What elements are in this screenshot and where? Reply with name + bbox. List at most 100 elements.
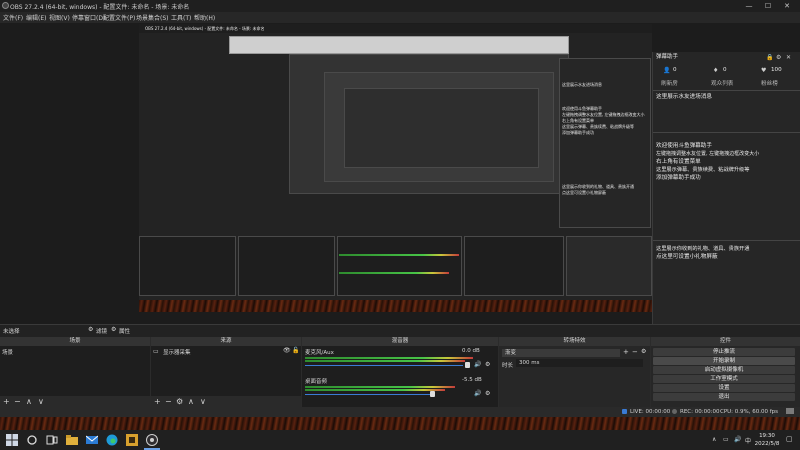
gear-icon[interactable]: ⚙	[641, 348, 646, 355]
menu-scene-collection[interactable]: 场景集合(S)	[136, 13, 169, 22]
menu-file[interactable]: 文件(F)	[3, 13, 23, 22]
tray-chevron-icon[interactable]: ∧	[712, 436, 716, 443]
status-bar: LIVE: 00:00:00 REC: 00:00:00 CPU: 0.9%, …	[0, 407, 800, 417]
gear-icon[interactable]: ⚙	[485, 361, 490, 368]
desktop-volume-slider[interactable]	[305, 394, 430, 395]
transitions-header: 转场特效	[499, 337, 650, 346]
menu-view[interactable]: 视图(V)	[49, 13, 70, 22]
obs-logo-icon	[2, 2, 9, 9]
search-icon[interactable]	[26, 434, 38, 446]
transition-select[interactable]: 渐变	[502, 349, 620, 357]
menu-bar: 文件(F) 编辑(E) 视图(V) 停靠窗口(D) 配置文件(P) 场景集合(S…	[0, 12, 800, 23]
mic-channel-name: 麦克风/Aux	[305, 350, 334, 356]
remove-transition-button[interactable]: −	[632, 348, 638, 356]
drag-hint: 左键拖拽调整水友位置, 左键拖拽边框改变大小	[656, 151, 760, 157]
volume-icon[interactable]: 🔊	[734, 436, 741, 443]
close-icon[interactable]: ✕	[786, 54, 791, 61]
controls-dock: 控件 停止推流 开始录制 启动虚拟摄像机 工作室模式 设置 退出	[651, 337, 800, 407]
mail-icon[interactable]	[85, 434, 99, 446]
sources-dock: 来源 ▭ 显示器采集 👁 🔓 + − ⚙ ∧ ∨	[151, 337, 301, 407]
tab-fan-rank[interactable]: 粉丝榜	[761, 80, 778, 88]
minimize-button[interactable]: —	[742, 1, 756, 11]
selection-label: 未选择	[3, 329, 20, 335]
ime-icon[interactable]: 中	[745, 436, 751, 445]
tab-audience-list[interactable]: 观众列表	[711, 80, 733, 88]
stat-gifts: 0	[723, 67, 727, 73]
add-transition-button[interactable]: +	[623, 348, 629, 356]
move-up-icon[interactable]: ∧	[188, 397, 194, 406]
file-explorer-icon[interactable]	[66, 434, 78, 446]
scenes-dock: 场景 场景 + − ∧ ∨	[0, 337, 150, 407]
settings-button[interactable]: 设置	[653, 384, 795, 392]
monitor-icon: ▭	[153, 348, 159, 355]
title-bar: OBS 27.2.4 (64-bit, windows) - 配置文件: 未命名…	[0, 0, 800, 12]
network-icon[interactable]: ▭	[723, 436, 729, 443]
captured-display: OBS 27.2.4 (64-bit, windows) - 配置文件: 未命名…	[139, 24, 652, 326]
desktop-slider-handle[interactable]	[430, 391, 435, 397]
maximize-button[interactable]: ☐	[761, 1, 775, 11]
mic-slider-handle[interactable]	[465, 362, 470, 368]
add-source-button[interactable]: +	[154, 397, 161, 406]
exit-button[interactable]: 退出	[653, 393, 795, 401]
store-app-icon[interactable]	[126, 434, 138, 446]
inner-window-title: OBS 27.2.4 (64-bit, windows) - 配置文件: 未命名…	[145, 26, 265, 31]
properties-icon[interactable]: ⚙	[111, 326, 116, 333]
taskbar-time[interactable]: 19:30	[752, 433, 782, 439]
move-down-icon[interactable]: ∨	[200, 397, 206, 406]
move-down-icon[interactable]: ∨	[38, 397, 44, 406]
task-view-icon[interactable]	[46, 434, 58, 446]
filters-button[interactable]: 滤镜	[96, 327, 107, 335]
scene-item[interactable]: 场景	[2, 348, 13, 356]
duration-input[interactable]: 300 ms	[516, 359, 643, 367]
menu-docks[interactable]: 停靠窗口(D)	[72, 13, 105, 22]
gear-icon[interactable]: ⚙	[485, 390, 490, 397]
stat-fans: 100	[771, 67, 782, 73]
settings-hint: 右上角有设置菜单	[656, 159, 701, 165]
gift-icon: ♦	[713, 67, 719, 74]
start-virtual-camera-button[interactable]: 启动虚拟摄像机	[653, 366, 795, 374]
tab-refresh-room[interactable]: 刷新房	[661, 80, 678, 88]
remove-source-button[interactable]: −	[165, 397, 172, 406]
edge-browser-icon[interactable]	[106, 434, 118, 446]
live-indicator-icon	[622, 409, 627, 414]
close-button[interactable]: ✕	[780, 1, 794, 11]
windows-start-icon[interactable]	[6, 434, 18, 446]
menu-help[interactable]: 帮助(H)	[194, 13, 215, 22]
scene-filter-bar: 未选择 ⚙ 滤镜 ⚙ 属性	[0, 324, 800, 337]
remove-scene-button[interactable]: −	[14, 397, 21, 406]
window-title: OBS 27.2.4 (64-bit, windows) - 配置文件: 未命名…	[10, 4, 190, 11]
lock-icon[interactable]: 🔓	[292, 347, 299, 354]
stop-streaming-button[interactable]: 停止推流	[653, 348, 795, 356]
audio-mixer-dock: 混音器 麦克风/Aux 0.0 dB 🔊 ⚙ 桌面音频 -5.5 dB 🔊 ⚙	[302, 337, 498, 407]
source-item[interactable]: 显示器采集	[163, 348, 191, 356]
taskbar-date[interactable]: 2022/5/8	[752, 441, 782, 447]
speaker-icon[interactable]: 🔊	[474, 361, 481, 368]
menu-edit[interactable]: 编辑(E)	[26, 13, 46, 22]
live-time: LIVE: 00:00:00	[630, 409, 671, 415]
notification-icon[interactable]: ▢	[786, 435, 793, 443]
mixer-header: 混音器	[302, 337, 498, 346]
sources-toolbar: + − ⚙ ∧ ∨	[151, 396, 301, 407]
move-up-icon[interactable]: ∧	[26, 397, 32, 406]
fans-icon: ♥	[761, 67, 767, 74]
desktop-db-value: -5.5 dB	[462, 377, 482, 383]
source-settings-icon[interactable]: ⚙	[176, 397, 183, 406]
speaker-icon[interactable]: 🔊	[474, 390, 481, 397]
controls-header: 控件	[651, 337, 800, 346]
obs-taskbar-icon[interactable]	[146, 434, 158, 446]
transitions-body: 渐变 + − ⚙ 时长 300 ms	[499, 346, 650, 407]
studio-mode-button[interactable]: 工作室模式	[653, 375, 795, 383]
properties-button[interactable]: 属性	[119, 327, 130, 335]
add-scene-button[interactable]: +	[3, 397, 10, 406]
start-recording-button[interactable]: 开始录制	[653, 357, 795, 365]
windows-taskbar: ∧ ▭ 🔊 中 19:30 2022/5/8 ▢	[0, 430, 800, 450]
gift-filter-hint[interactable]: 点这里可设置小礼物屏蔽	[656, 253, 718, 261]
mic-volume-slider[interactable]	[305, 365, 463, 366]
gear-icon[interactable]: ⚙	[776, 54, 781, 61]
lock-icon[interactable]: 🔒	[766, 54, 773, 61]
visibility-eye-icon[interactable]: 👁	[283, 347, 291, 354]
menu-profile[interactable]: 配置文件(P)	[103, 13, 135, 22]
rec-time: REC: 00:00:00	[680, 409, 720, 415]
filter-icon[interactable]: ⚙	[88, 326, 93, 333]
menu-tools[interactable]: 工具(T)	[171, 13, 191, 22]
